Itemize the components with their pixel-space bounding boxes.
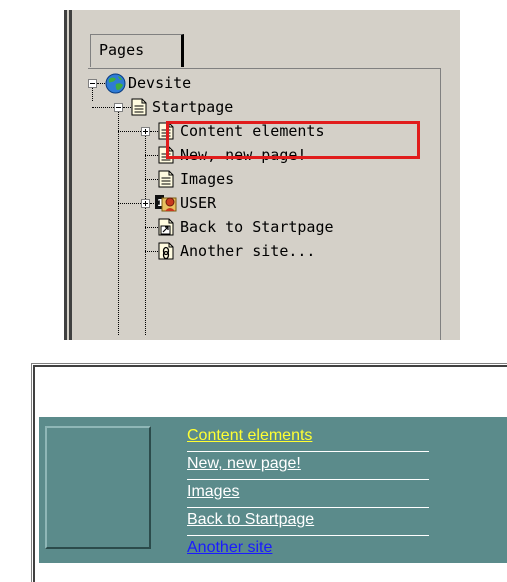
tree-item-startpage[interactable]: Startpage	[88, 95, 428, 119]
page-icon	[158, 170, 174, 188]
menu-item-another-site[interactable]: Another site	[187, 537, 429, 563]
globe-icon	[105, 73, 126, 94]
tree-item-another-site[interactable]: Another site...	[88, 239, 428, 263]
tree-connector	[97, 83, 105, 84]
tree-item-label: Another site...	[180, 242, 316, 260]
panel-divider	[69, 10, 72, 340]
panel-border	[33, 365, 507, 367]
tree-connector	[145, 251, 158, 252]
page-tree: Devsite Startpage Content elements New, …	[88, 69, 440, 340]
tree-item-label: Devsite	[128, 74, 192, 92]
panel-divider	[64, 10, 67, 340]
external-link-page-icon	[158, 242, 174, 260]
tree-item-user[interactable]: 1 USER	[88, 191, 428, 215]
menu-item-new-new-page[interactable]: New, new page!	[187, 453, 429, 480]
panel-border	[31, 363, 507, 364]
menu-item-content-elements[interactable]: Content elements	[187, 425, 429, 452]
tree-item-label: Startpage	[152, 98, 234, 116]
tree-connector	[123, 107, 131, 108]
menu-item-back-to-startpage[interactable]: Back to Startpage	[187, 509, 429, 536]
image-placeholder	[45, 426, 151, 549]
collapse-icon[interactable]	[114, 103, 123, 112]
highlight-box	[166, 121, 420, 159]
panel-border	[31, 363, 32, 582]
menu-container: Content elements New, new page! Images B…	[39, 417, 507, 563]
panel-border	[440, 68, 441, 340]
tree-item-images[interactable]: Images	[88, 167, 428, 191]
tree-item-label: Images	[180, 170, 235, 188]
expand-icon[interactable]	[141, 199, 150, 208]
panel-border	[33, 365, 35, 582]
collapse-icon[interactable]	[88, 79, 97, 88]
tree-item-label: Back to Startpage	[180, 218, 334, 236]
frontend-preview-panel: Content elements New, new page! Images B…	[31, 363, 507, 582]
tree-connector	[118, 203, 141, 204]
tree-connector	[145, 179, 158, 180]
menu-item-images[interactable]: Images	[187, 481, 429, 508]
tree-item-label: USER	[180, 194, 217, 212]
tree-connector	[145, 227, 158, 228]
tree-connector	[92, 107, 114, 108]
tab-pages[interactable]: Pages	[90, 34, 184, 67]
tree-connector	[118, 131, 141, 132]
user-sysfolder-icon: 1	[155, 195, 177, 212]
shortcut-page-icon	[158, 218, 174, 236]
tree-item-back-to-startpage[interactable]: Back to Startpage	[88, 215, 428, 239]
tree-connector	[145, 155, 158, 156]
page-tree-panel: Pages Devsite Startpage Content elements…	[64, 10, 460, 340]
tree-connector	[150, 131, 158, 132]
tree-item-devsite[interactable]: Devsite	[88, 71, 428, 95]
page-icon	[131, 98, 147, 116]
expand-icon[interactable]	[141, 127, 150, 136]
